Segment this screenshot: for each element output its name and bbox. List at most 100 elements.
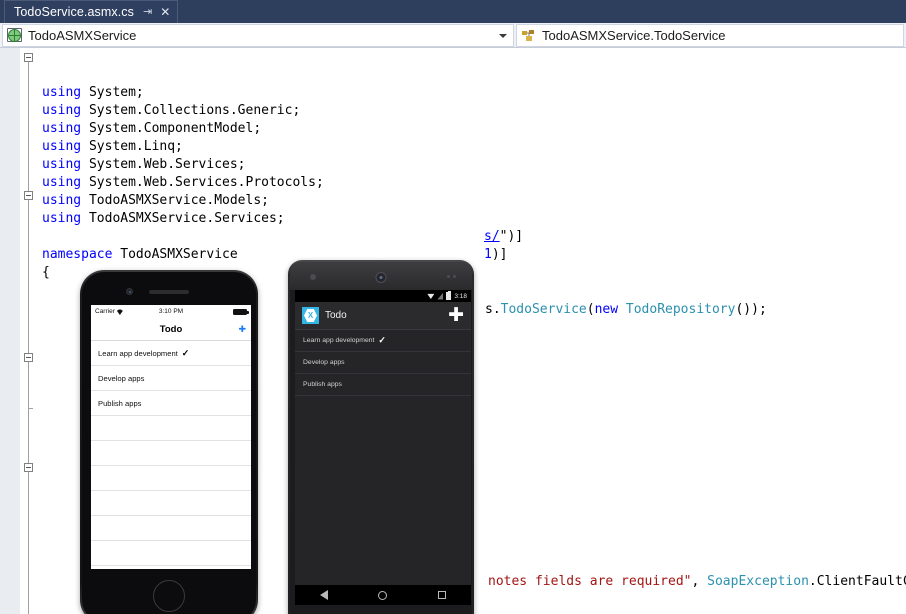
- check-icon: ✓: [378, 335, 386, 346]
- android-screen: 3:18 X Todo ✚ Learn app development✓ Deve…: [295, 290, 471, 585]
- list-item[interactable]: Learn app development✓: [295, 330, 471, 352]
- ios-carrier-label: Carrier: [95, 308, 115, 315]
- iphone-speaker: [149, 290, 189, 294]
- list-item-label: Develop apps: [303, 359, 345, 366]
- android-clock: 3:18: [454, 293, 467, 300]
- code-token: .ClientFaultCode);: [809, 574, 906, 589]
- xamarin-logo-glyph: X: [304, 309, 317, 322]
- code-token: )]: [492, 247, 508, 262]
- list-item-label: Develop apps: [98, 374, 144, 383]
- pin-icon[interactable]: ⇥: [143, 7, 152, 18]
- android-speaker-dots: [447, 275, 456, 278]
- ios-todo-list[interactable]: Learn app development✓ Develop apps Publis…: [91, 341, 251, 569]
- code-token: System.Collections.Generic;: [89, 103, 300, 118]
- fold-tick-region: [28, 408, 33, 409]
- code-token: System.Linq;: [89, 139, 183, 154]
- iphone-home-button[interactable]: [153, 580, 185, 612]
- tab-strip: TodoService.asmx.cs ⇥ ✕: [0, 0, 906, 23]
- code-token: System.Web.Services.Protocols;: [89, 175, 324, 190]
- code-token: using: [42, 103, 89, 118]
- list-item-empty: [91, 441, 251, 466]
- add-icon[interactable]: ✚: [238, 325, 246, 334]
- android-bezel-top: [290, 262, 472, 290]
- code-token: new: [595, 302, 626, 317]
- fold-box-method[interactable]: [24, 463, 33, 472]
- ios-nav-title: Todo: [160, 324, 183, 335]
- list-item[interactable]: Publish apps: [295, 374, 471, 396]
- code-token: using: [42, 139, 89, 154]
- plus-icon[interactable]: ✚: [448, 306, 464, 325]
- globe-icon: [7, 28, 23, 44]
- recents-square-icon[interactable]: [438, 591, 446, 599]
- list-item[interactable]: Learn app development✓: [91, 341, 251, 366]
- code-token: using: [42, 121, 89, 136]
- namespace-dropdown[interactable]: TodoASMXService: [2, 24, 514, 47]
- android-body: 3:18 X Todo ✚ Learn app development✓ Deve…: [290, 262, 472, 614]
- code-token: TodoService: [501, 302, 587, 317]
- code-token: ")]: [500, 229, 523, 244]
- code-token: using: [42, 193, 89, 208]
- code-fragment-attr-url: s/")]: [480, 228, 523, 246]
- code-editor[interactable]: using System;using System.Collections.Ge…: [0, 48, 906, 614]
- code-token: s/: [484, 229, 500, 244]
- ios-nav-bar: Todo ✚: [91, 318, 251, 341]
- list-item-label: Learn app development: [98, 349, 178, 358]
- outlining-margin[interactable]: [20, 48, 38, 614]
- fold-guide-usings: [28, 62, 29, 194]
- home-circle-icon[interactable]: [378, 591, 387, 600]
- code-token: TodoASMXService.Services;: [89, 211, 285, 226]
- list-item-label: Publish apps: [98, 399, 141, 408]
- signal-icon: [437, 293, 443, 300]
- code-token: notes fields are required": [488, 574, 692, 589]
- code-token: System.Web.Services;: [89, 157, 246, 172]
- iphone-body: Carrier 3:10 PM Todo ✚ Learn app develop…: [82, 272, 256, 614]
- code-token: using: [42, 85, 89, 100]
- list-item-empty: [91, 491, 251, 516]
- battery-icon: [233, 309, 247, 315]
- method-icon-svg: [522, 30, 535, 42]
- code-token: {: [42, 265, 50, 280]
- back-triangle-icon[interactable]: [320, 590, 328, 600]
- fold-box-class[interactable]: [24, 353, 33, 362]
- android-app-title: Todo: [325, 310, 347, 321]
- android-camera-icon: [376, 272, 387, 283]
- code-token: using: [42, 211, 89, 226]
- close-icon[interactable]: ✕: [160, 6, 170, 18]
- android-mockup: 3:18 X Todo ✚ Learn app development✓ Deve…: [288, 260, 474, 614]
- iphone-camera-icon: [126, 288, 133, 295]
- list-item-empty: [91, 416, 251, 441]
- code-token: 1: [484, 247, 492, 262]
- fold-box-usings[interactable]: [24, 53, 33, 62]
- list-item-empty: [91, 516, 251, 541]
- list-item-empty: [91, 541, 251, 566]
- code-token: TodoASMXService: [120, 247, 237, 262]
- code-token: System.ComponentModel;: [89, 121, 261, 136]
- iphone-screen: Carrier 3:10 PM Todo ✚ Learn app develop…: [91, 305, 251, 569]
- list-item-empty: [91, 566, 251, 569]
- list-item[interactable]: Develop apps: [295, 352, 471, 374]
- iphone-mockup: Carrier 3:10 PM Todo ✚ Learn app develop…: [80, 270, 258, 614]
- code-token: using: [42, 157, 89, 172]
- indicator-margin[interactable]: [0, 48, 21, 614]
- list-item-label: Publish apps: [303, 381, 342, 388]
- list-item[interactable]: Publish apps: [91, 391, 251, 416]
- ios-clock: 3:10 PM: [159, 308, 183, 315]
- code-token: TodoASMXService.Models;: [89, 193, 269, 208]
- member-dropdown[interactable]: TodoASMXService.TodoService: [516, 24, 904, 47]
- code-fragment-throw: notes fields are required", SoapExceptio…: [484, 573, 906, 591]
- fold-box-namespace[interactable]: [24, 191, 33, 200]
- list-item-empty: [91, 466, 251, 491]
- battery-icon: [446, 292, 451, 300]
- code-token: System;: [89, 85, 144, 100]
- android-todo-list[interactable]: Learn app development✓ Develop apps Publis…: [295, 330, 471, 396]
- code-token: TodoRepository: [626, 302, 736, 317]
- visual-studio-window: TodoService.asmx.cs ⇥ ✕ TodoASMXService: [0, 0, 906, 614]
- code-fragment-attr-enum: 1)]: [480, 246, 507, 264]
- editor-tab-todoservice[interactable]: TodoService.asmx.cs ⇥ ✕: [4, 0, 178, 23]
- list-item[interactable]: Develop apps: [91, 366, 251, 391]
- code-token: ,: [692, 574, 708, 589]
- ios-status-bar: Carrier 3:10 PM: [91, 305, 251, 318]
- method-icon: [521, 28, 537, 44]
- code-token: using: [42, 175, 89, 190]
- chevron-down-icon[interactable]: [499, 34, 507, 38]
